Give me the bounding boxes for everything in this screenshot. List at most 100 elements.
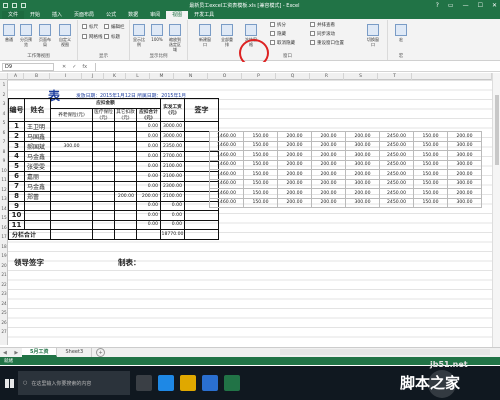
sheet-tab-may-salary[interactable]: 5月工资 bbox=[22, 348, 58, 357]
pension-cell[interactable] bbox=[50, 180, 93, 192]
macros-button[interactable]: 宏 bbox=[394, 24, 408, 42]
row-header[interactable]: 2 bbox=[0, 92, 8, 97]
total-deduction-cell[interactable]: 0.00 bbox=[136, 170, 161, 182]
employee-name[interactable]: 王卫明 bbox=[24, 120, 51, 132]
help-button[interactable]: ? bbox=[436, 2, 439, 9]
value-cell[interactable]: 300.00 bbox=[447, 159, 482, 170]
signature-cell[interactable] bbox=[184, 210, 219, 221]
tab-view[interactable]: 视图 bbox=[166, 11, 189, 19]
other-deduction-cell[interactable]: 200.00 bbox=[114, 190, 137, 202]
actual-pay-cell[interactable]: 0.00 bbox=[160, 210, 185, 221]
value-cell[interactable]: 150.00 bbox=[243, 131, 278, 142]
value-cell[interactable]: 200.00 bbox=[345, 169, 380, 180]
actual-pay-cell[interactable]: 2100.00 bbox=[160, 160, 185, 172]
value-cell[interactable]: 200.00 bbox=[277, 131, 312, 142]
medical-cell[interactable] bbox=[92, 150, 115, 162]
row-header[interactable]: 16 bbox=[0, 225, 8, 230]
excel-taskbar-icon[interactable] bbox=[224, 375, 240, 391]
value-cell[interactable]: 200.00 bbox=[345, 188, 380, 199]
scroll-thumb[interactable] bbox=[495, 95, 499, 165]
total-deduction-cell[interactable]: 0.00 bbox=[136, 219, 161, 230]
total-deduction-cell[interactable]: 0.00 bbox=[136, 200, 161, 211]
reset-window-position-button[interactable]: 重设窗口位置 bbox=[310, 40, 344, 47]
value-cell[interactable]: 200.00 bbox=[277, 197, 312, 208]
column-header[interactable]: M bbox=[150, 73, 174, 80]
value-cell[interactable]: 300.00 bbox=[345, 178, 380, 189]
switch-windows-button[interactable]: 切换窗口 bbox=[366, 24, 380, 47]
view-side-by-side-button[interactable]: 并排查看 bbox=[310, 22, 335, 29]
column-header[interactable]: Q bbox=[276, 73, 310, 80]
row-header[interactable]: 21 bbox=[0, 272, 8, 277]
pension-cell[interactable] bbox=[50, 200, 93, 211]
row-number[interactable]: 3 bbox=[8, 140, 25, 152]
column-header[interactable]: S bbox=[344, 73, 378, 80]
new-window-button[interactable]: 新建窗口 bbox=[198, 24, 212, 47]
employee-name[interactable]: 郑蕾 bbox=[24, 190, 51, 202]
row-number[interactable]: 1 bbox=[8, 120, 25, 132]
medical-cell[interactable] bbox=[92, 160, 115, 172]
pension-cell[interactable] bbox=[50, 190, 93, 202]
value-cell[interactable]: 150.00 bbox=[413, 140, 448, 151]
pension-cell[interactable] bbox=[50, 210, 93, 221]
row-header[interactable]: 5 bbox=[0, 120, 8, 125]
close-button[interactable]: ✕ bbox=[492, 2, 497, 9]
actual-pay-cell[interactable]: 0.00 bbox=[160, 219, 185, 230]
value-cell[interactable]: 200.00 bbox=[277, 169, 312, 180]
actual-pay-cell[interactable]: 0.00 bbox=[160, 200, 185, 211]
split-button[interactable]: 拆分 bbox=[270, 22, 286, 29]
row-header[interactable]: 19 bbox=[0, 253, 8, 258]
pension-cell[interactable] bbox=[50, 170, 93, 182]
value-cell[interactable]: 200.00 bbox=[277, 188, 312, 199]
value-cell[interactable]: 200.00 bbox=[447, 188, 482, 199]
maximize-button[interactable]: ☐ bbox=[478, 2, 483, 9]
tab-page-layout[interactable]: 页面布局 bbox=[68, 11, 100, 19]
row-header[interactable]: 22 bbox=[0, 282, 8, 287]
tab-insert[interactable]: 插入 bbox=[46, 11, 68, 19]
employee-name[interactable]: 张雯雯 bbox=[24, 160, 51, 172]
ribbon-display-button[interactable]: ▭ bbox=[448, 2, 454, 9]
value-cell[interactable]: 300.00 bbox=[447, 150, 482, 161]
row-header[interactable]: 26 bbox=[0, 320, 8, 325]
total-deduction-cell[interactable]: 0.00 bbox=[136, 160, 161, 172]
vertical-scrollbar[interactable] bbox=[492, 73, 500, 348]
row-header[interactable]: 1 bbox=[0, 82, 8, 87]
gridlines-checkbox[interactable]: 网格线 bbox=[82, 34, 103, 41]
name-box[interactable]: D9 bbox=[2, 62, 54, 71]
value-cell[interactable]: 200.00 bbox=[447, 169, 482, 180]
value-cell[interactable]: 300.00 bbox=[345, 140, 380, 151]
medical-cell[interactable] bbox=[92, 170, 115, 182]
value-cell[interactable]: 200.00 bbox=[277, 178, 312, 189]
row-header[interactable]: 13 bbox=[0, 196, 8, 201]
employee-name[interactable] bbox=[24, 200, 51, 211]
value-cell[interactable]: 150.00 bbox=[413, 159, 448, 170]
value-cell[interactable]: 200.00 bbox=[311, 150, 346, 161]
row-number[interactable]: 10 bbox=[8, 210, 25, 221]
row-number[interactable]: 7 bbox=[8, 180, 25, 192]
undo-icon[interactable] bbox=[12, 2, 17, 8]
value-cell[interactable]: 1460.00 bbox=[209, 131, 244, 142]
value-cell[interactable]: 150.00 bbox=[413, 150, 448, 161]
file-explorer-icon[interactable] bbox=[180, 375, 196, 391]
value-cell[interactable]: 2450.00 bbox=[379, 188, 414, 199]
value-cell[interactable]: 150.00 bbox=[413, 188, 448, 199]
value-cell[interactable]: 200.00 bbox=[311, 178, 346, 189]
total-deduction-cell[interactable]: 0.00 bbox=[136, 150, 161, 162]
arrange-all-button[interactable]: 全部重排 bbox=[220, 24, 234, 47]
tab-formulas[interactable]: 公式 bbox=[100, 11, 122, 19]
row-header[interactable]: 23 bbox=[0, 291, 8, 296]
value-cell[interactable]: 2450.00 bbox=[379, 150, 414, 161]
total-deduction-cell[interactable]: 0.00 bbox=[136, 180, 161, 192]
value-cell[interactable]: 200.00 bbox=[311, 159, 346, 170]
value-cell[interactable]: 150.00 bbox=[243, 188, 278, 199]
page-layout-view-button[interactable]: 页面布局 bbox=[38, 24, 52, 47]
enter-icon[interactable]: ✓ bbox=[72, 64, 76, 70]
row-number[interactable]: 4 bbox=[8, 150, 25, 162]
actual-pay-cell[interactable]: 2100.00 bbox=[160, 190, 185, 202]
value-cell[interactable]: 150.00 bbox=[413, 197, 448, 208]
value-cell[interactable]: 1460.00 bbox=[209, 197, 244, 208]
employee-name[interactable] bbox=[24, 210, 51, 221]
medical-cell[interactable] bbox=[92, 200, 115, 211]
column-header[interactable]: R bbox=[310, 73, 344, 80]
employee-name[interactable]: 马国鑫 bbox=[24, 130, 51, 142]
row-header[interactable]: 10 bbox=[0, 168, 8, 173]
